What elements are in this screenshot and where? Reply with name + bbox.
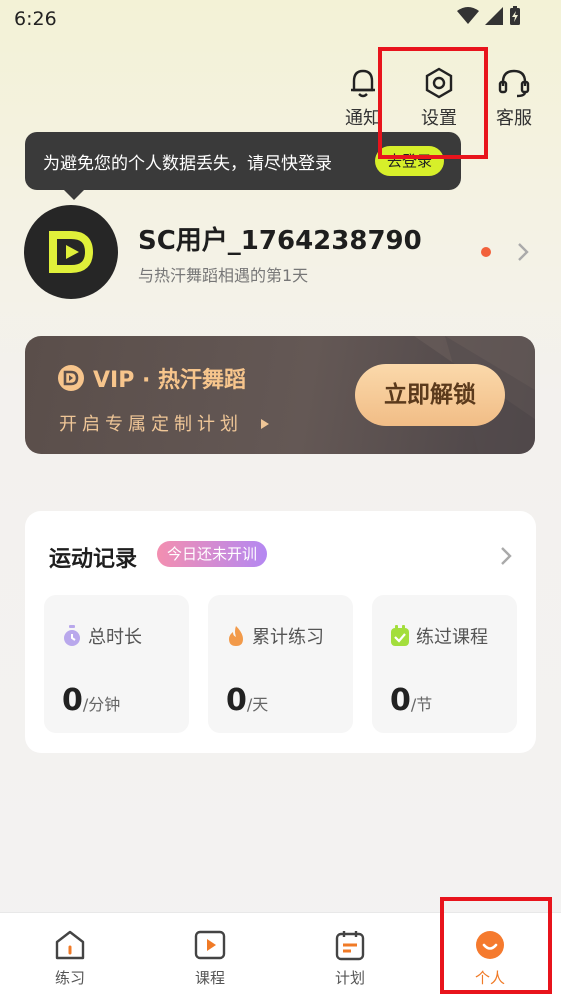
- tooltip-message: 为避免您的个人数据丢失，请尽快登录: [43, 153, 332, 174]
- nav-label: 练习: [54, 969, 85, 987]
- stat-total-practice[interactable]: 累计练习 0/天: [208, 595, 353, 733]
- customer-service-button[interactable]: 客服: [484, 66, 544, 130]
- tooltip-arrow: [62, 188, 86, 200]
- wifi-icon: [457, 7, 479, 24]
- stat-number: 0: [390, 683, 411, 718]
- stat-unit: /天: [246, 695, 269, 714]
- vip-title: VIP · 热汗舞蹈: [57, 362, 246, 394]
- battery-icon: [510, 6, 520, 25]
- chevron-right-icon[interactable]: [516, 241, 530, 263]
- play-triangle-icon: [260, 419, 269, 429]
- play-icon: [194, 930, 226, 960]
- bell-icon: [351, 69, 375, 98]
- profile-subtitle: 与热汗舞蹈相遇的第1天: [138, 266, 309, 285]
- stat-number: 0: [62, 683, 83, 718]
- signal-icon: [485, 7, 503, 25]
- notification-dot: [481, 247, 491, 257]
- status-time: 6:26: [14, 8, 57, 30]
- profile-highlight-box: [440, 897, 552, 994]
- stat-label: 累计练习: [226, 623, 324, 649]
- stat-number: 0: [226, 683, 247, 718]
- status-icons: [457, 6, 521, 26]
- timer-icon: [64, 625, 80, 646]
- check-icon: [391, 625, 409, 646]
- nav-label: 计划: [334, 969, 365, 987]
- unlock-button[interactable]: 立即解锁: [355, 364, 505, 426]
- vip-subtitle-text: 开启专属定制计划: [59, 414, 243, 435]
- nav-plan[interactable]: 计划: [310, 929, 390, 988]
- stat-value: 0/节: [390, 683, 432, 718]
- stat-label: 总时长: [62, 623, 142, 649]
- vip-card[interactable]: VIP · 热汗舞蹈 开启专属定制计划 立即解锁: [25, 336, 535, 454]
- record-title: 运动记录: [49, 547, 138, 572]
- username[interactable]: SC用户_1764238790: [138, 220, 422, 257]
- flame-icon: [229, 626, 243, 646]
- stat-value: 0/分钟: [62, 683, 120, 718]
- headset-icon: [498, 69, 530, 98]
- record-card: 运动记录 今日还未开训 总时长 0/分钟 累计练习 0/天 练过课程 0/节: [25, 511, 536, 753]
- record-chevron-icon[interactable]: [499, 545, 513, 567]
- settings-highlight-box: [378, 47, 488, 159]
- app-logo-icon: [49, 231, 94, 273]
- stat-unit: /节: [410, 695, 433, 714]
- stat-label: 练过课程: [390, 623, 488, 649]
- nav-courses[interactable]: 课程: [170, 929, 250, 988]
- stat-label-text: 练过课程: [416, 627, 488, 648]
- vip-title-text: VIP · 热汗舞蹈: [93, 368, 247, 393]
- training-status-badge: 今日还未开训: [157, 541, 268, 567]
- avatar[interactable]: [24, 205, 118, 299]
- home-icon: [55, 930, 85, 960]
- stat-label-text: 总时长: [88, 627, 142, 648]
- nav-label: 课程: [194, 969, 225, 987]
- vip-logo-icon: [58, 365, 84, 391]
- calendar-icon: [335, 931, 365, 961]
- stat-total-duration[interactable]: 总时长 0/分钟: [44, 595, 189, 733]
- stat-unit: /分钟: [82, 695, 121, 714]
- service-label: 客服: [496, 108, 532, 129]
- stat-value: 0/天: [226, 683, 268, 718]
- vip-subtitle: 开启专属定制计划: [59, 410, 270, 436]
- nav-practice[interactable]: 练习: [30, 929, 110, 988]
- stat-courses-done[interactable]: 练过课程 0/节: [372, 595, 517, 733]
- stat-label-text: 累计练习: [252, 627, 324, 648]
